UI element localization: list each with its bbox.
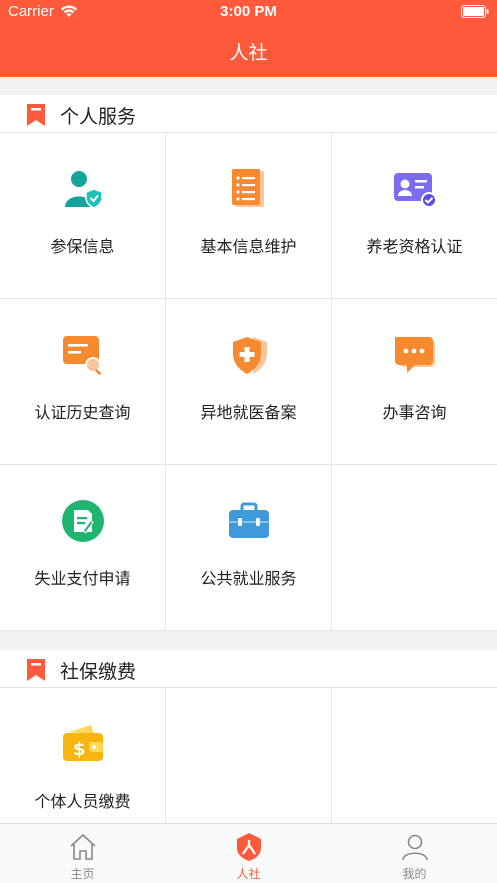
application-form-icon [62, 500, 104, 542]
service-label: 公共就业服务 [200, 569, 297, 588]
battery-icon [461, 5, 489, 18]
header: Carrier 3:00 PM 人社 [0, 0, 497, 77]
service-label: 个体人员缴费 [34, 792, 131, 811]
chat-bubble-icon [395, 337, 435, 373]
service-label: 办事咨询 [382, 403, 447, 422]
svg-text:$: $ [73, 739, 86, 760]
service-label: 养老资格认证 [366, 237, 463, 256]
section-header-social-insurance-payment: 社保缴费 [0, 650, 497, 688]
personal-services-grid: 参保信息 基本信息维护 养老资格认证 认证历史查询 异地就医备案 办事咨询 失业… [0, 133, 497, 631]
empty-cell [166, 688, 332, 823]
section-header-personal-services: 个人服务 [0, 95, 497, 133]
service-basic-info-maintenance[interactable]: 基本信息维护 [166, 133, 332, 299]
service-insurance-info[interactable]: 参保信息 [0, 133, 166, 299]
search-record-icon [63, 336, 102, 376]
service-label: 基本信息维护 [200, 237, 297, 256]
tab-home[interactable]: 主页 [0, 824, 165, 883]
wallet-dollar-icon: $ [63, 725, 103, 761]
clock: 3:00 PM [220, 3, 277, 20]
document-list-icon [232, 169, 264, 207]
payment-grid: $ 个体人员缴费 [0, 688, 497, 823]
empty-cell [332, 688, 497, 823]
tab-social-security[interactable]: 人社 [166, 824, 331, 883]
service-unemployment-application[interactable]: 失业支付申请 [0, 465, 166, 631]
tab-label: 主页 [70, 867, 95, 881]
id-card-check-icon [394, 173, 437, 208]
tab-label: 人社 [236, 867, 261, 881]
medical-shield-icon [233, 337, 267, 374]
bookmark-icon [27, 659, 45, 681]
service-label: 参保信息 [50, 237, 115, 256]
service-pension-certification[interactable]: 养老资格认证 [332, 133, 497, 299]
empty-cell [332, 465, 497, 631]
service-certification-history[interactable]: 认证历史查询 [0, 299, 166, 465]
service-public-employment[interactable]: 公共就业服务 [166, 465, 332, 631]
service-label: 异地就医备案 [200, 403, 297, 422]
home-icon [70, 833, 96, 860]
section-title: 社保缴费 [60, 661, 137, 683]
briefcase-icon [229, 502, 269, 538]
user-icon [402, 834, 428, 861]
bookmark-icon [27, 104, 45, 126]
tab-bar: 主页 人社 我的 [0, 823, 497, 883]
page-title: 人社 [229, 42, 268, 64]
social-security-icon [237, 833, 261, 861]
service-individual-payment[interactable]: $ 个体人员缴费 [0, 688, 166, 823]
insured-person-icon [65, 171, 103, 209]
tab-label: 我的 [402, 867, 427, 881]
section-title: 个人服务 [60, 106, 137, 128]
service-label: 失业支付申请 [34, 569, 131, 588]
status-bar: Carrier 3:00 PM [0, 0, 497, 26]
service-label: 认证历史查询 [34, 403, 131, 422]
service-consultation[interactable]: 办事咨询 [332, 299, 497, 465]
service-remote-medical-filing[interactable]: 异地就医备案 [166, 299, 332, 465]
tab-mine[interactable]: 我的 [332, 824, 497, 883]
